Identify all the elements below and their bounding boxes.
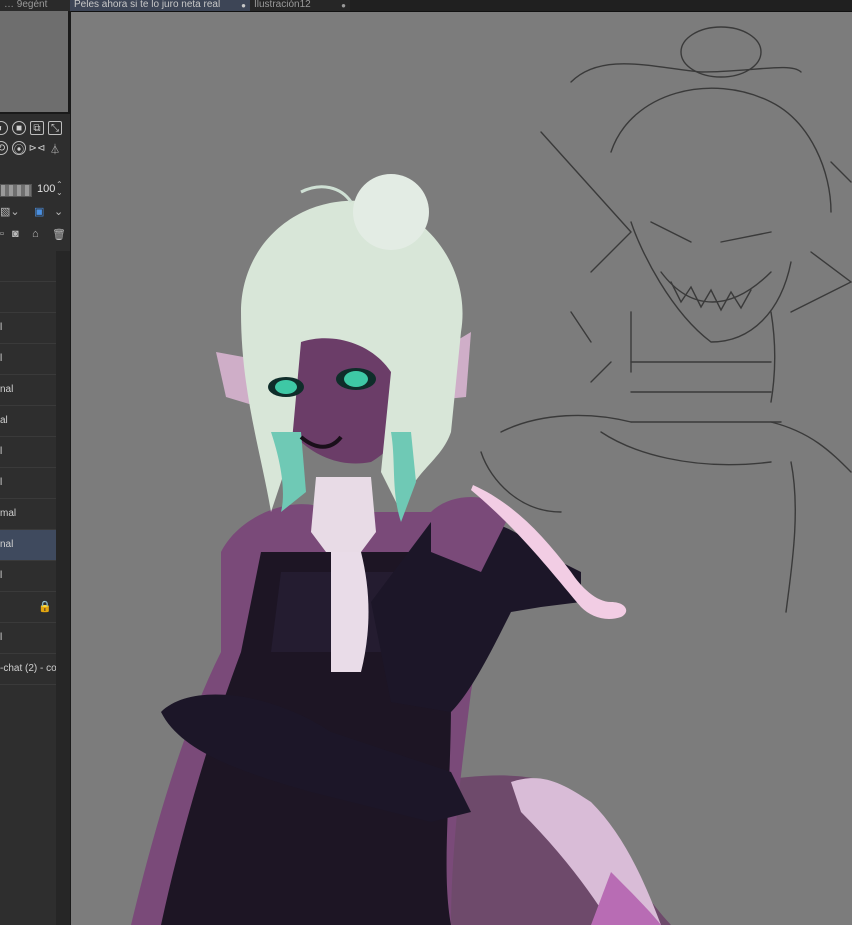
tab-ilustracion12[interactable]: Ilustración12 ● [250,0,350,11]
layer-label: -chat (2) - cop [0,663,56,674]
layer-label: l [0,322,3,333]
opacity-slider[interactable] [0,184,32,197]
clip-icon[interactable]: ▧⌄ [0,205,20,219]
layer-label: l [0,570,3,581]
close-icon[interactable]: ● [341,1,346,10]
tab-active-document[interactable]: Peles ahora si te lo juro neta real ● [70,0,250,11]
layer-row[interactable]: l [0,344,56,375]
navigator-preview[interactable] [0,11,70,114]
tab-previous[interactable]: … 9egént [0,0,70,11]
pencil-sketch [480,26,852,613]
layer-row[interactable]: l [0,437,56,468]
reset-rotation-icon[interactable]: ⦿ [12,141,26,156]
layer-row[interactable]: mal [0,499,56,530]
navigator-toolbar-row-1: ◐ ■ ⧉ ⤡ [0,119,62,137]
layer-row[interactable]: l [0,623,56,654]
layer-row[interactable]: al [0,406,56,437]
layer-row[interactable]: l [0,313,56,344]
stop-icon[interactable]: ■ [12,121,26,135]
reference-layer-icon[interactable]: ▣ [34,205,50,219]
lock-icon[interactable]: 🔒 [38,600,52,613]
fullscreen-icon[interactable]: ⤡ [48,121,62,135]
layer-label: nal [0,384,14,395]
layer-label: l [0,446,3,457]
layer-label: nal [0,539,14,550]
camera-icon[interactable]: ⌂ [32,228,48,242]
layer-opacity-control: 100 ⌃ ⌄ [0,181,70,199]
layer-label: al [0,415,8,426]
layer-tools-row: ▫ ◙ ⌂ 🗑 [0,227,70,245]
layer-label: l [0,353,3,364]
tab-inactive-label: Ilustración12 [254,0,311,10]
layer-row[interactable]: nal [0,375,56,406]
layer-row[interactable]: l [0,468,56,499]
layer-label: l [0,477,3,488]
layer-row[interactable]: l [0,561,56,592]
layer-row[interactable]: nal [0,530,56,561]
layer-label: l [0,632,3,643]
navigator-toolbar-row-2: ⟲ ⦿ ⊳⊲ ⏃ [0,139,62,157]
drawing-canvas[interactable] [71,12,852,925]
layer-row[interactable] [0,282,56,313]
layer-list-scrollbar[interactable] [56,251,70,925]
artwork [131,26,852,925]
layer-row[interactable]: 🔒 [0,592,56,623]
blend-mode-row: ▧⌄ ▣ ⌄ [0,204,70,222]
layer-row[interactable]: -chat (2) - cop [0,654,56,685]
flip-horizontal-icon[interactable]: ⊳⊲ [29,141,46,155]
trash-icon[interactable]: 🗑 [52,228,68,242]
opacity-spinner-icon[interactable]: ⌃ ⌄ [56,181,63,197]
document-tab-bar: … 9egént Peles ahora si te lo juro neta … [0,0,852,12]
tab-active-label: Peles ahora si te lo juro neta real [74,0,221,10]
chevron-down-icon[interactable]: ⌄ [54,205,70,219]
close-icon[interactable]: ● [241,1,246,10]
fit-window-icon[interactable]: ⧉ [30,121,44,135]
rotate-left-icon[interactable]: ◐ [0,121,8,135]
flip-vertical-icon[interactable]: ⏃ [48,141,62,156]
opacity-value[interactable]: 100 [37,183,55,195]
mask-icon[interactable]: ◙ [12,228,28,242]
rotate-icon[interactable]: ⟲ [0,141,8,155]
tab-previous-label: … 9egént [4,0,48,10]
layer-row[interactable] [0,251,56,282]
layer-label: mal [0,508,17,519]
left-panel: ◐ ■ ⧉ ⤡ ⟲ ⦿ ⊳⊲ ⏃ 100 ⌃ ⌄ ▧⌄ ▣ ⌄ ▫ ◙ ⌂ 🗑 l… [0,11,71,925]
layer-list: l l nal al l l mal nal l 🔒 l -chat (2) - cop [0,251,56,685]
